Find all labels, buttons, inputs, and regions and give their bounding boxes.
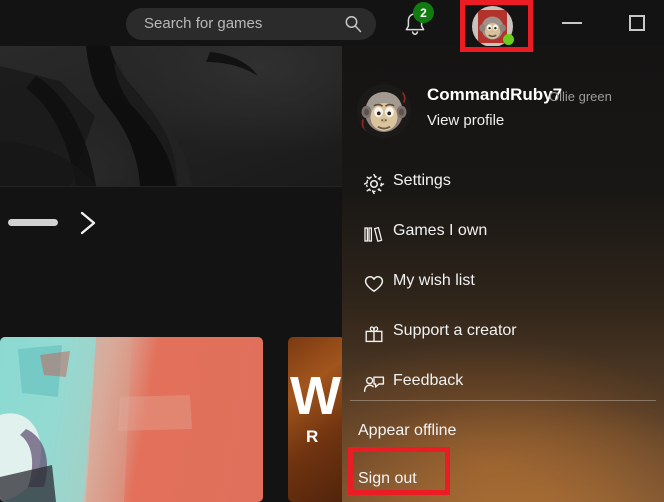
gift-icon bbox=[362, 322, 386, 346]
menu-item-feedback[interactable]: Feedback bbox=[342, 359, 664, 409]
menu-divider bbox=[350, 400, 656, 401]
highlight-box-sign-out bbox=[348, 447, 450, 495]
profile-avatar bbox=[357, 84, 411, 138]
maximize-button[interactable] bbox=[614, 0, 660, 46]
chevron-right-icon[interactable] bbox=[74, 207, 102, 239]
profile-display-name: CommandRuby7 bbox=[427, 85, 563, 104]
minimize-button[interactable] bbox=[549, 0, 595, 46]
books-icon bbox=[362, 222, 386, 246]
minimize-icon bbox=[562, 22, 582, 24]
feedback-icon bbox=[362, 372, 386, 396]
banner-artwork bbox=[0, 46, 258, 186]
search-placeholder: Search for games bbox=[144, 15, 263, 32]
banner-divider bbox=[0, 186, 345, 187]
view-profile-link[interactable]: View profile bbox=[427, 112, 504, 129]
highlight-box-avatar bbox=[460, 0, 533, 52]
game-card-2[interactable]: W R bbox=[288, 337, 345, 502]
maximize-icon bbox=[629, 15, 645, 31]
menu-item-feedback-label: Feedback bbox=[393, 372, 464, 389]
profile-header[interactable]: CommandRuby7 Ollie green View profile bbox=[342, 80, 664, 152]
carousel-page-indicator[interactable] bbox=[8, 219, 58, 226]
game-card-row: W R bbox=[0, 337, 345, 502]
menu-item-support-a-creator-label: Support a creator bbox=[393, 322, 517, 339]
menu-item-settings[interactable]: Settings bbox=[342, 159, 664, 209]
menu-item-appear-offline-label: Appear offline bbox=[358, 422, 457, 439]
account-menu: CommandRuby7 Ollie green View profile Se… bbox=[342, 46, 664, 502]
heart-icon bbox=[362, 272, 386, 296]
menu-item-my-wish-list[interactable]: My wish list bbox=[342, 259, 664, 309]
profile-gamertag: Ollie green bbox=[549, 89, 612, 104]
game-card-2-title: W bbox=[290, 366, 341, 426]
search-input[interactable]: Search for games bbox=[126, 8, 376, 40]
menu-item-games-i-own-label: Games I own bbox=[393, 222, 488, 239]
app-window: W R Search for games 2 CommandRuby7 Olli… bbox=[0, 0, 664, 502]
menu-item-games-i-own[interactable]: Games I own bbox=[342, 209, 664, 259]
notification-count-badge: 2 bbox=[413, 2, 434, 23]
featured-banner[interactable] bbox=[0, 46, 345, 186]
game-card-1-artwork bbox=[0, 337, 192, 502]
gear-icon bbox=[362, 172, 386, 196]
game-card-2-subtitle: R bbox=[306, 427, 319, 446]
menu-item-support-a-creator[interactable]: Support a creator bbox=[342, 309, 664, 359]
menu-item-settings-label: Settings bbox=[393, 172, 451, 189]
search-icon[interactable] bbox=[344, 15, 362, 33]
menu-item-my-wish-list-label: My wish list bbox=[393, 272, 475, 289]
title-bar: Search for games 2 bbox=[0, 0, 664, 47]
game-card-1[interactable] bbox=[0, 337, 263, 502]
